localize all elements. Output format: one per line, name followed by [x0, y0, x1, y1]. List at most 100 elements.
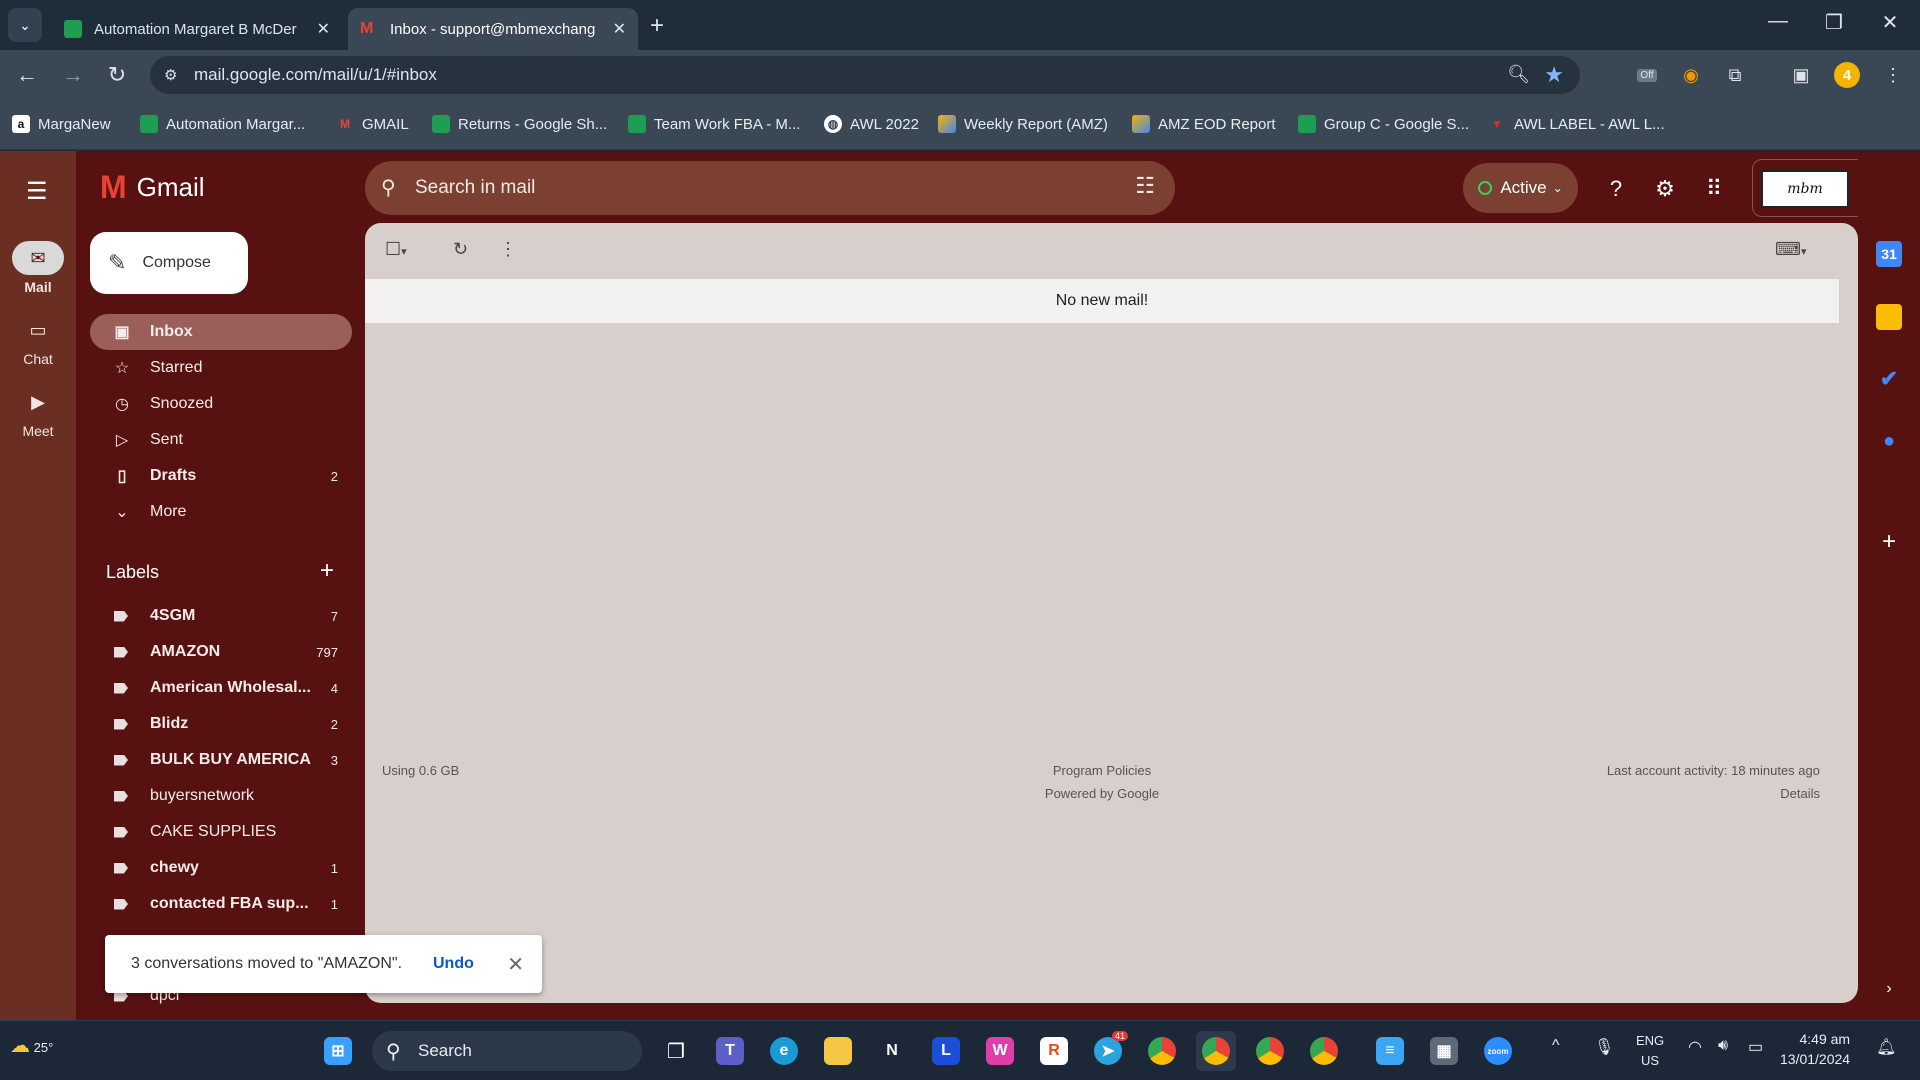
- language-indicator[interactable]: ENG US: [1636, 1031, 1664, 1071]
- tab-search-button[interactable]: ⌄: [8, 8, 42, 42]
- add-label-icon[interactable]: +: [320, 557, 334, 585]
- label-item-chewy[interactable]: chewy 1: [90, 850, 352, 886]
- select-all-checkbox[interactable]: ☐▾: [385, 239, 407, 260]
- compose-button[interactable]: ✎ Compose: [90, 232, 248, 294]
- taskbar-search[interactable]: ⚲ Search: [372, 1031, 642, 1071]
- file-explorer-icon[interactable]: [818, 1031, 858, 1071]
- status-button[interactable]: Active ⌄: [1463, 163, 1578, 213]
- tasks-icon[interactable]: ✔: [1876, 366, 1902, 392]
- new-tab-button[interactable]: +: [650, 12, 664, 40]
- zoom-icon[interactable]: 🔍︎: [1507, 64, 1530, 85]
- clock[interactable]: 4:49 am 13/01/2024: [1780, 1029, 1850, 1069]
- rail-chat[interactable]: ▭ Chat: [0, 313, 76, 368]
- search-icon[interactable]: ⚲: [381, 175, 396, 200]
- extensions-puzzle-icon[interactable]: ⧉: [1722, 62, 1748, 88]
- notification-bell-icon[interactable]: 🔔︎: [1876, 1037, 1896, 1057]
- task-view-icon[interactable]: ❐: [656, 1031, 696, 1071]
- microphone-icon[interactable]: 🎙︎: [1594, 1037, 1614, 1057]
- search-input[interactable]: Search in mail: [415, 177, 535, 199]
- bookmark-teamwork[interactable]: Team Work FBA - M...: [628, 115, 800, 133]
- label-item-cake-supplies[interactable]: CAKE SUPPLIES: [90, 814, 352, 850]
- edge-icon[interactable]: e: [764, 1031, 804, 1071]
- weather-widget[interactable]: ☁ 25°: [10, 1033, 53, 1058]
- label-item-contacted-fba[interactable]: contacted FBA sup... 1: [90, 886, 352, 922]
- volume-icon[interactable]: 🔊︎: [1718, 1037, 1728, 1055]
- keep-icon[interactable]: [1876, 304, 1902, 330]
- close-icon[interactable]: ✕: [317, 19, 330, 39]
- label-item-buyersnetwork[interactable]: buyersnetwork: [90, 778, 352, 814]
- address-bar[interactable]: ⚙ mail.google.com/mail/u/1/#inbox 🔍︎ ★: [150, 56, 1580, 94]
- nav-more[interactable]: ⌄ More: [90, 494, 352, 530]
- hamburger-menu-icon[interactable]: ☰: [26, 177, 48, 206]
- keyboard-icon[interactable]: ⌨▾: [1775, 239, 1807, 260]
- calendar-icon[interactable]: 31: [1876, 241, 1902, 267]
- bookmark-gmail[interactable]: M GMAIL: [336, 115, 409, 133]
- search-options-icon[interactable]: ☷: [1135, 173, 1155, 199]
- label-item-amazon[interactable]: AMAZON 797: [90, 634, 352, 670]
- contacts-icon[interactable]: ●: [1876, 428, 1902, 454]
- bookmark-group-c[interactable]: Group C - Google S...: [1298, 115, 1469, 133]
- window-close-button[interactable]: ✕: [1870, 10, 1910, 35]
- telegram-icon[interactable]: ➤ 41: [1088, 1031, 1128, 1071]
- bookmark-automation[interactable]: Automation Margar...: [140, 115, 305, 133]
- side-panel-icon[interactable]: ▣: [1788, 62, 1814, 88]
- notepad-icon[interactable]: ≡: [1370, 1031, 1410, 1071]
- calculator-icon[interactable]: ▦: [1424, 1031, 1464, 1071]
- undo-button[interactable]: Undo: [433, 955, 474, 973]
- tab-automation[interactable]: Automation Margaret B McDer ✕: [52, 8, 342, 50]
- bookmark-returns[interactable]: Returns - Google Sh...: [432, 115, 607, 133]
- bookmark-weekly-report[interactable]: Weekly Report (AMZ): [938, 115, 1108, 133]
- label-item-4sgm[interactable]: 4SGM 7: [90, 598, 352, 634]
- rail-mail[interactable]: ✉ Mail: [0, 241, 76, 295]
- close-icon[interactable]: ✕: [613, 19, 626, 39]
- label-item-blidz[interactable]: Blidz 2: [90, 706, 352, 742]
- l-app-icon[interactable]: L: [926, 1031, 966, 1071]
- extension-circle-icon[interactable]: ◉: [1678, 62, 1704, 88]
- rail-meet[interactable]: ▶ Meet: [0, 385, 76, 440]
- apps-grid-icon[interactable]: ⠿: [1700, 175, 1728, 203]
- chevron-right-icon[interactable]: ›: [1876, 976, 1902, 1002]
- chrome-profile-4-icon[interactable]: [1304, 1031, 1344, 1071]
- program-policies-link[interactable]: Program Policies: [977, 763, 1227, 778]
- close-icon[interactable]: ✕: [507, 952, 524, 977]
- site-info-icon[interactable]: ⚙: [164, 66, 177, 84]
- nav-starred[interactable]: ☆ Starred: [90, 350, 352, 386]
- back-icon[interactable]: ←: [12, 62, 42, 88]
- r-app-icon[interactable]: R: [1034, 1031, 1074, 1071]
- add-addon-icon[interactable]: +: [1876, 528, 1902, 555]
- label-item-american-wholesale[interactable]: American Wholesal... 4: [90, 670, 352, 706]
- refresh-icon[interactable]: ↻: [453, 239, 468, 260]
- nav-inbox[interactable]: ▣ Inbox: [90, 314, 352, 350]
- search-bar[interactable]: ⚲ Search in mail ☷: [365, 161, 1175, 215]
- extension-off-icon[interactable]: Off: [1634, 62, 1660, 88]
- teams-icon[interactable]: T: [710, 1031, 750, 1071]
- more-options-icon[interactable]: ⋮: [499, 239, 517, 260]
- nav-snoozed[interactable]: ◷ Snoozed: [90, 386, 352, 422]
- forward-icon[interactable]: →: [58, 62, 88, 88]
- gmail-logo[interactable]: M Gmail: [100, 169, 205, 206]
- wifi-icon[interactable]: ◠: [1688, 1037, 1702, 1057]
- bookmark-eod-report[interactable]: AMZ EOD Report: [1132, 115, 1276, 133]
- battery-icon[interactable]: ▭: [1748, 1037, 1763, 1057]
- minimize-button[interactable]: —: [1758, 10, 1798, 33]
- chevron-up-icon[interactable]: ^: [1552, 1037, 1560, 1055]
- gear-icon[interactable]: ⚙: [1651, 175, 1679, 203]
- bookmark-star-icon[interactable]: ★: [1544, 62, 1564, 88]
- help-icon[interactable]: ?: [1602, 175, 1630, 203]
- profile-avatar[interactable]: 4: [1834, 62, 1860, 88]
- chrome-profile-1-icon[interactable]: [1142, 1031, 1182, 1071]
- reload-icon[interactable]: ↻: [102, 62, 132, 88]
- restore-button[interactable]: ❐: [1814, 10, 1854, 35]
- menu-kebab-icon[interactable]: ⋮: [1880, 62, 1906, 88]
- wps-icon[interactable]: W: [980, 1031, 1020, 1071]
- chrome-profile-2-icon[interactable]: [1196, 1031, 1236, 1071]
- nav-drafts[interactable]: ▯ Drafts 2: [90, 458, 352, 494]
- label-item-bulk-buy-america[interactable]: BULK BUY AMERICA 3: [90, 742, 352, 778]
- bookmark-awl-label[interactable]: ▼ AWL LABEL - AWL L...: [1488, 115, 1665, 133]
- bookmark-awl2022[interactable]: ◍ AWL 2022: [824, 115, 919, 133]
- start-button[interactable]: ⊞: [318, 1031, 358, 1071]
- zoom-icon[interactable]: zoom: [1478, 1031, 1518, 1071]
- details-link[interactable]: Details: [1465, 786, 1820, 801]
- tab-inbox[interactable]: M Inbox - support@mbmexchang ✕: [348, 8, 638, 50]
- nav-sent[interactable]: ▷ Sent: [90, 422, 352, 458]
